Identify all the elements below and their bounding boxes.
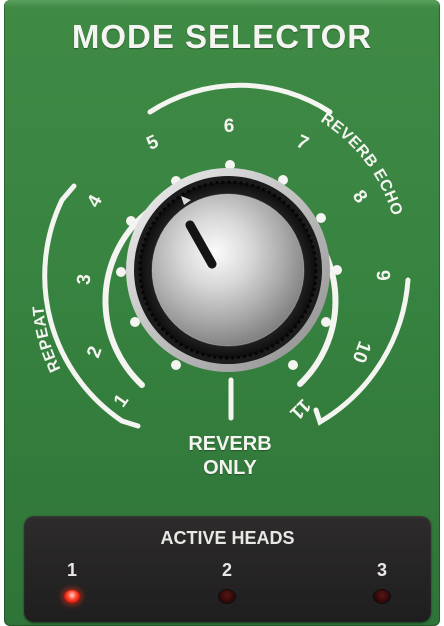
mode-knob[interactable]	[126, 168, 330, 372]
position-label-8: 8	[348, 186, 371, 207]
reverb-only-label: REVERB ONLY	[160, 432, 300, 480]
head-1-led[interactable]	[64, 590, 80, 603]
position-label-7: 7	[293, 131, 311, 155]
position-dot	[171, 360, 181, 370]
repeat-bracket-arc	[42, 183, 141, 429]
position-dot	[126, 216, 136, 226]
head-3-label: 3	[376, 560, 387, 580]
position-label-3: 3	[74, 273, 96, 285]
knob-cap	[152, 194, 304, 346]
position-dot	[321, 317, 331, 327]
position-dot	[332, 265, 342, 275]
reverb-only-line-2: ONLY	[203, 457, 257, 479]
position-label-2: 2	[83, 344, 106, 361]
head-1-label: 1	[66, 560, 77, 580]
head-2[interactable]: 2	[207, 560, 247, 603]
position-label-4: 4	[83, 191, 107, 211]
position-dot	[288, 360, 298, 370]
position-label-9: 9	[372, 269, 394, 281]
position-label-6: 6	[224, 116, 235, 137]
position-label-11: 11	[285, 394, 314, 423]
head-1[interactable]: 1	[52, 560, 92, 603]
reverb-echo-top-arc	[147, 82, 333, 115]
head-3[interactable]: 3	[362, 560, 402, 603]
position-label-1: 1	[110, 390, 134, 411]
position-dot	[116, 267, 126, 277]
position-label-5: 5	[143, 131, 162, 155]
active-heads-title: ACTIVE HEADS	[160, 528, 295, 548]
head-2-label: 2	[221, 560, 232, 580]
reverb-only-line-1: REVERB	[188, 433, 272, 455]
head-3-led[interactable]	[374, 590, 390, 603]
position-label-10: 10	[348, 338, 375, 365]
head-2-led[interactable]	[219, 590, 235, 603]
active-heads-panel: ACTIVE HEADS 1 2 3	[24, 516, 431, 622]
